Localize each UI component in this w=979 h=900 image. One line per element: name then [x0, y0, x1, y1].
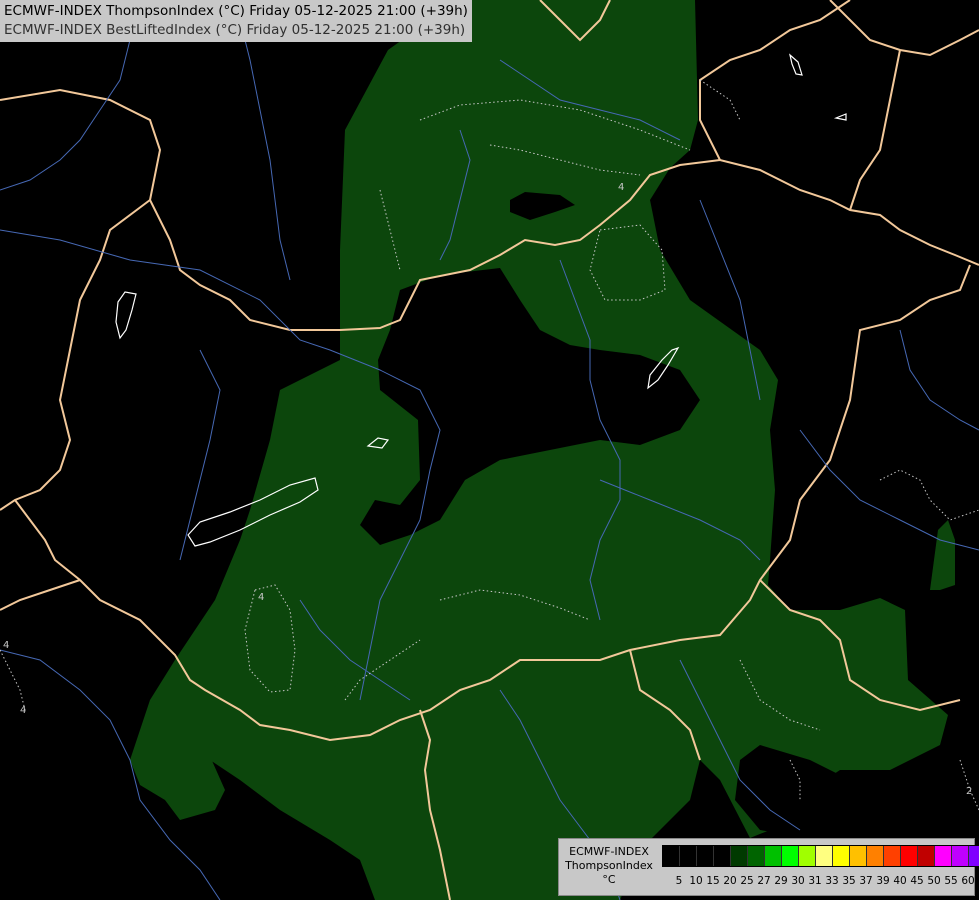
color-legend: ECMWF-INDEX ThompsonIndex °C 5 10 15 20 25 27… — [558, 838, 979, 896]
legend-swatch — [731, 846, 748, 866]
legend-tick-label: 27 — [757, 875, 771, 887]
legend-tick-label: 55 — [944, 875, 958, 887]
legend-swatch — [799, 846, 816, 866]
legend-swatch — [663, 846, 680, 866]
legend-swatch — [867, 846, 884, 866]
legend-swatch — [952, 846, 969, 866]
legend-tick-label: 25 — [740, 875, 754, 887]
contour-label: 4 — [3, 640, 9, 651]
map-title-box: ECMWF-INDEX ThompsonIndex (°C) Friday 05… — [0, 0, 472, 42]
contour-label: 4 — [618, 182, 624, 193]
weather-map: 4 4 4 4 2 — [0, 0, 979, 900]
legend-swatch — [833, 846, 850, 866]
legend-swatch — [884, 846, 901, 866]
legend-swatch — [901, 846, 918, 866]
legend-tick-label: 60 — [961, 875, 975, 887]
legend-swatch — [714, 846, 731, 866]
legend-tick-label: 35 — [842, 875, 856, 887]
legend-tick-label: 31 — [808, 875, 822, 887]
legend-tick-label: 37 — [859, 875, 873, 887]
legend-tick-label: 45 — [910, 875, 924, 887]
legend-model: ECMWF-INDEX — [569, 845, 649, 858]
legend-tick-label: 30 — [791, 875, 805, 887]
legend-tick-label: 33 — [825, 875, 839, 887]
legend-swatch — [748, 846, 765, 866]
legend-tick-label: 5 — [675, 875, 683, 887]
legend-swatch — [765, 846, 782, 866]
legend-tick-label: 15 — [706, 875, 720, 887]
legend-label: ECMWF-INDEX ThompsonIndex °C — [561, 845, 657, 887]
contour-label: 4 — [20, 705, 26, 716]
legend-swatch — [935, 846, 952, 866]
legend-swatch — [816, 846, 833, 866]
legend-parameter: ThompsonIndex — [565, 859, 653, 872]
legend-tick-label: 50 — [927, 875, 941, 887]
legend-tick-label: 29 — [774, 875, 788, 887]
legend-swatch — [680, 846, 697, 866]
legend-swatch — [850, 846, 867, 866]
legend-ticks: 5 10 15 20 25 27 29 30 31 33 35 37 39 40 45 50 55 60 — [671, 875, 979, 889]
legend-tick-label: 40 — [893, 875, 907, 887]
map-title-bestlifted: ECMWF-INDEX BestLiftedIndex (°C) Friday … — [4, 22, 466, 38]
legend-tick-label: 20 — [723, 875, 737, 887]
contour-label: 2 — [966, 786, 972, 797]
legend-tick-label: 39 — [876, 875, 890, 887]
legend-swatches — [662, 845, 979, 867]
legend-tick-label: 10 — [689, 875, 703, 887]
legend-swatch — [782, 846, 799, 866]
legend-swatch — [969, 846, 979, 866]
map-title-thompson: ECMWF-INDEX ThompsonIndex (°C) Friday 05… — [4, 3, 468, 19]
legend-unit: °C — [602, 873, 616, 886]
legend-swatch — [697, 846, 714, 866]
contour-label: 4 — [258, 592, 264, 603]
legend-swatch — [918, 846, 935, 866]
